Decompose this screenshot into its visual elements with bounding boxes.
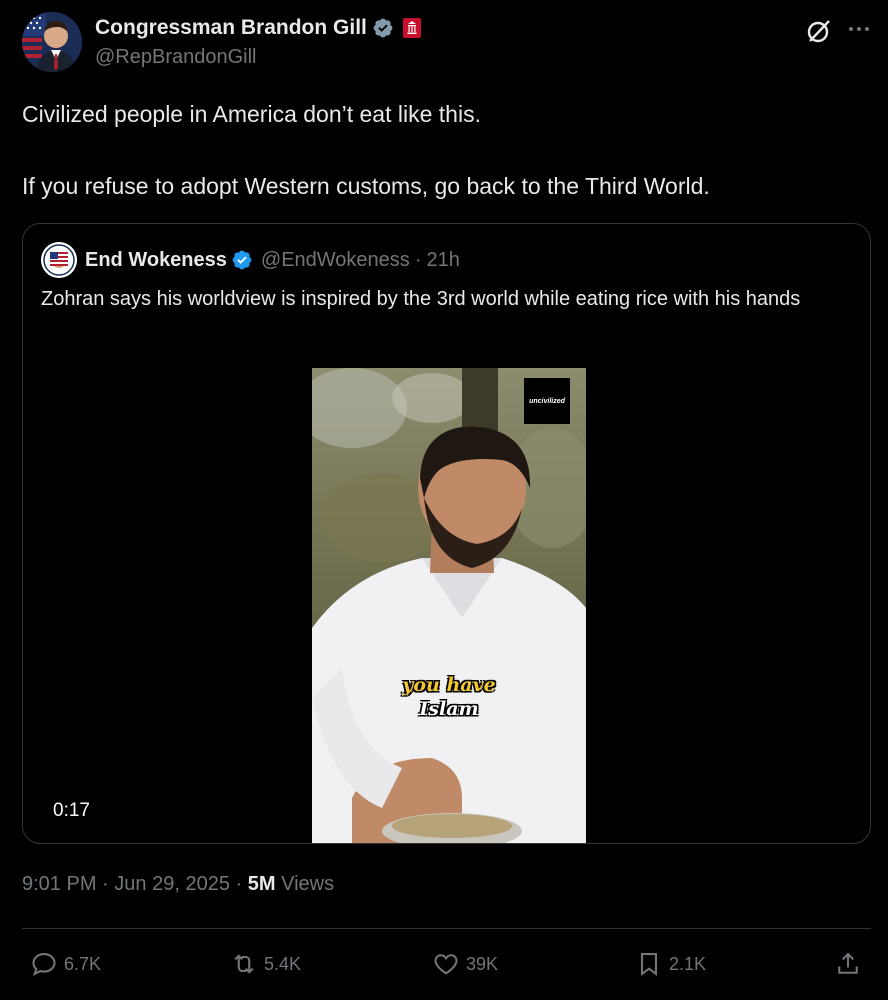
- quoted-text: Zohran says his worldview is inspired by…: [41, 288, 801, 310]
- share-icon: [838, 952, 858, 974]
- tweet-text-line-1: Civilized people in America don’t eat li…: [22, 101, 481, 127]
- more-icon[interactable]: [846, 16, 872, 42]
- video-player[interactable]: uncivilized you have Islam: [312, 368, 586, 843]
- divider: [22, 928, 871, 929]
- tweet-time[interactable]: 9:01 PM: [22, 873, 96, 895]
- reply-icon: [32, 953, 56, 977]
- repost-icon: [234, 954, 254, 974]
- views-count: 5M: [247, 873, 276, 895]
- quoted-timestamp[interactable]: 21h: [426, 249, 459, 272]
- quoted-author-avatar[interactable]: [41, 242, 77, 278]
- author-handle[interactable]: @RepBrandonGill: [95, 46, 257, 69]
- quoted-display-name[interactable]: End Wokeness: [85, 249, 227, 272]
- verified-badge-icon: [373, 18, 393, 38]
- reply-count: 6.7K: [64, 953, 102, 974]
- bookmark-icon: [640, 953, 658, 977]
- video-caption-line-1: you have: [402, 674, 496, 696]
- share-button[interactable]: [834, 950, 868, 978]
- tweet-meta: 9:01 PM · Jun 29, 2025 · 5M Views: [22, 873, 334, 896]
- video-watermark: uncivilized: [524, 378, 570, 424]
- bookmark-button[interactable]: 2.1K: [635, 950, 706, 978]
- video-duration: 0:17: [53, 800, 90, 821]
- reply-button[interactable]: 6.7K: [30, 950, 101, 978]
- quoted-tweet-card[interactable]: End Wokeness @EndWokeness · 21h Zohran s…: [22, 223, 871, 844]
- quoted-header: End Wokeness @EndWokeness · 21h: [85, 246, 460, 274]
- author-display-name[interactable]: Congressman Brandon Gill: [95, 16, 367, 40]
- repost-count: 5.4K: [264, 953, 302, 974]
- like-button[interactable]: 39K: [432, 950, 498, 978]
- quoted-verified-badge-icon: [232, 250, 252, 270]
- government-badge-icon: [402, 18, 421, 38]
- tweet-date[interactable]: Jun 29, 2025: [114, 873, 230, 895]
- grok-icon[interactable]: [806, 18, 832, 44]
- meta-separator: ·: [102, 873, 109, 895]
- like-count: 39K: [466, 953, 499, 974]
- meta-separator: ·: [235, 873, 243, 895]
- tweet-text: Civilized people in America don’t eat li…: [22, 96, 862, 204]
- repost-button[interactable]: 5.4K: [230, 950, 301, 978]
- like-icon: [434, 954, 458, 975]
- quoted-separator: ·: [414, 248, 422, 271]
- tweet-text-line-2: If you refuse to adopt Western customs, …: [22, 173, 710, 199]
- author-avatar[interactable]: [22, 12, 82, 72]
- author-name-row: Congressman Brandon Gill: [95, 14, 422, 42]
- quoted-handle[interactable]: @EndWokeness: [261, 249, 410, 272]
- video-caption-line-2: Islam: [419, 698, 479, 720]
- video-frame: [312, 368, 586, 843]
- bookmark-count: 2.1K: [669, 953, 707, 974]
- views-label: Views: [281, 873, 335, 895]
